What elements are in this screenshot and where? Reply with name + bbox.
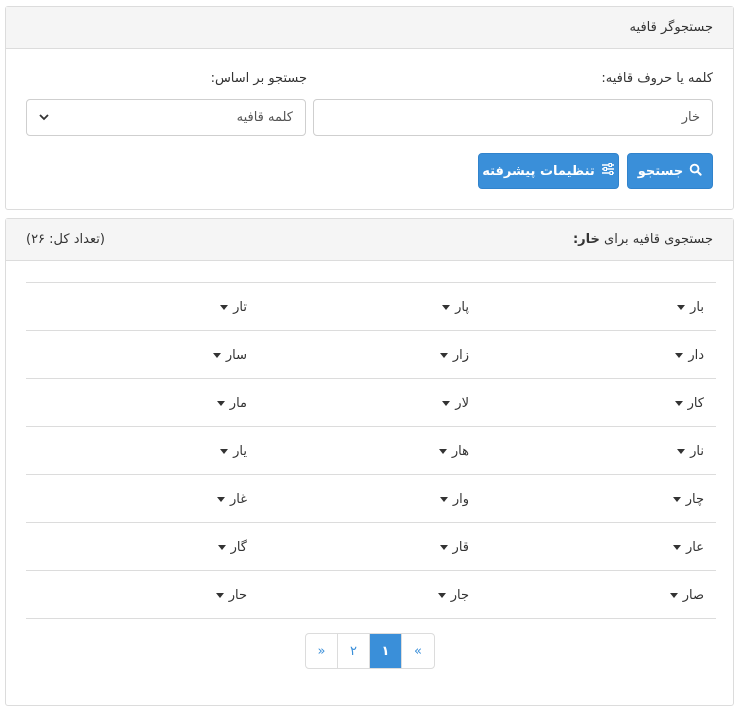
pagination-page-1[interactable]: ۱ bbox=[370, 634, 402, 668]
rhyme-word-dropdown[interactable]: چار bbox=[672, 475, 704, 523]
rhyme-word-label: بار bbox=[690, 299, 704, 315]
caret-down-icon bbox=[674, 400, 683, 406]
rhyme-word-dropdown[interactable]: یار bbox=[220, 427, 247, 475]
pagination-page-2[interactable]: ۲ bbox=[338, 634, 370, 668]
caret-down-icon bbox=[677, 304, 686, 310]
rhyme-word-dropdown[interactable]: حار bbox=[215, 571, 247, 619]
rhyme-word-label: پار bbox=[455, 299, 469, 315]
rhyme-word-label: کار bbox=[687, 395, 704, 411]
results-query: خار: bbox=[572, 232, 600, 247]
rhyme-word-dropdown[interactable]: لار bbox=[442, 379, 469, 427]
caret-down-icon bbox=[438, 448, 447, 454]
rhyme-word-label: عار bbox=[686, 539, 704, 555]
rhyme-word-dropdown[interactable]: گار bbox=[217, 523, 247, 571]
basis-label: جستجو بر اساس: bbox=[210, 71, 307, 86]
rhyme-word-label: سار bbox=[225, 347, 247, 363]
results-panel-heading: جستجوی قافیه برای خار: (تعداد کل: ۲۶) bbox=[6, 219, 733, 261]
advanced-settings-label: تنظیمات پیشرفته bbox=[482, 163, 595, 179]
rhyme-word-label: لار bbox=[455, 395, 469, 411]
rhyme-word-label: چار bbox=[685, 491, 704, 507]
results-title: جستجوی قافیه برای خار: bbox=[573, 232, 713, 247]
pagination-next[interactable]: » bbox=[306, 634, 338, 668]
rhyme-word-label: غار bbox=[229, 491, 247, 507]
rhyme-word-dropdown[interactable]: تار bbox=[220, 283, 247, 331]
rhyme-word-label: وار bbox=[452, 491, 469, 507]
result-row: نار هار یار bbox=[26, 426, 716, 474]
rhyme-word-label: نار bbox=[690, 443, 704, 459]
caret-down-icon bbox=[212, 352, 221, 358]
rhyme-word-label: جار bbox=[450, 587, 469, 603]
grid-bottom-divider bbox=[26, 618, 716, 619]
rhyme-word-label: یار bbox=[233, 443, 247, 459]
caret-down-icon bbox=[675, 352, 684, 358]
sliders-icon bbox=[601, 163, 615, 179]
search-panel-heading: جستجوگر قافیه bbox=[6, 7, 733, 49]
search-button[interactable]: جستجو bbox=[627, 153, 713, 189]
rhyme-word-dropdown[interactable]: دار bbox=[675, 331, 704, 379]
rhyme-word-dropdown[interactable]: بار bbox=[677, 283, 704, 331]
pagination-prev[interactable]: « bbox=[402, 634, 434, 668]
rhyme-word-dropdown[interactable]: غار bbox=[216, 475, 247, 523]
search-panel: جستجوگر قافیه کلمه یا حروف قافیه: جستجو … bbox=[5, 6, 734, 210]
result-row: عار قار گار bbox=[26, 522, 716, 570]
result-row: چار وار غار bbox=[26, 474, 716, 522]
caret-down-icon bbox=[673, 544, 681, 550]
caret-down-icon bbox=[216, 496, 225, 502]
rhyme-word-dropdown[interactable]: مار bbox=[216, 379, 247, 427]
basis-select[interactable]: کلمه قافیه bbox=[26, 99, 306, 136]
caret-down-icon bbox=[220, 448, 229, 454]
rhyme-word-dropdown[interactable]: قار bbox=[439, 523, 469, 571]
caret-down-icon bbox=[220, 304, 229, 310]
rhyme-word-dropdown[interactable]: عار bbox=[673, 523, 704, 571]
result-row: صار جار حار bbox=[26, 570, 716, 618]
advanced-settings-button[interactable]: تنظیمات پیشرفته bbox=[478, 153, 619, 189]
search-icon bbox=[689, 163, 702, 180]
rhyme-word-dropdown[interactable]: سار bbox=[212, 331, 247, 379]
chevron-down-icon bbox=[39, 111, 49, 125]
rhyme-word-dropdown[interactable]: هار bbox=[438, 427, 469, 475]
rhyme-word-label: دار bbox=[688, 347, 704, 363]
caret-down-icon bbox=[216, 400, 225, 406]
rhyme-word-label: هار bbox=[451, 443, 469, 459]
results-total: (تعداد کل: ۲۶) bbox=[26, 232, 105, 247]
search-button-label: جستجو bbox=[637, 163, 684, 179]
rhyme-word-label: حار bbox=[228, 587, 247, 603]
rhyme-word-label: تار bbox=[233, 299, 247, 315]
rhyme-word-dropdown[interactable]: صار bbox=[669, 571, 704, 619]
rhyme-word-dropdown[interactable]: کار bbox=[674, 379, 704, 427]
results-title-prefix: جستجوی قافیه برای bbox=[604, 232, 713, 247]
caret-down-icon bbox=[215, 592, 224, 598]
search-panel-title: جستجوگر قافیه bbox=[629, 20, 713, 35]
rhyme-word-dropdown[interactable]: پار bbox=[442, 283, 469, 331]
rhyme-word-label: صار bbox=[682, 587, 704, 603]
rhyme-word-dropdown[interactable]: وار bbox=[439, 475, 469, 523]
caret-down-icon bbox=[217, 544, 226, 550]
results-panel: جستجوی قافیه برای خار: (تعداد کل: ۲۶) با… bbox=[5, 218, 734, 706]
rhyme-word-label: زار bbox=[452, 347, 469, 363]
rhyme-word-label: قار bbox=[452, 539, 469, 555]
word-input[interactable] bbox=[313, 99, 713, 136]
rhyme-word-label: مار bbox=[229, 395, 247, 411]
rhyme-word-dropdown[interactable]: نار bbox=[677, 427, 704, 475]
caret-down-icon bbox=[677, 448, 686, 454]
pagination: » ۲ ۱ « bbox=[305, 633, 435, 669]
caret-down-icon bbox=[439, 544, 448, 550]
word-label: کلمه یا حروف قافیه: bbox=[601, 71, 713, 86]
basis-selected-value: کلمه قافیه bbox=[236, 110, 293, 125]
caret-down-icon bbox=[437, 592, 446, 598]
caret-down-icon bbox=[442, 400, 451, 406]
caret-down-icon bbox=[439, 352, 448, 358]
rhyme-word-dropdown[interactable]: زار bbox=[439, 331, 469, 379]
result-row: بار پار تار bbox=[26, 282, 716, 330]
caret-down-icon bbox=[442, 304, 451, 310]
rhyme-word-label: گار bbox=[230, 539, 247, 555]
caret-down-icon bbox=[672, 496, 681, 502]
result-row: کار لار مار bbox=[26, 378, 716, 426]
caret-down-icon bbox=[669, 592, 678, 598]
result-row: دار زار سار bbox=[26, 330, 716, 378]
rhyme-word-dropdown[interactable]: جار bbox=[437, 571, 469, 619]
caret-down-icon bbox=[439, 496, 448, 502]
